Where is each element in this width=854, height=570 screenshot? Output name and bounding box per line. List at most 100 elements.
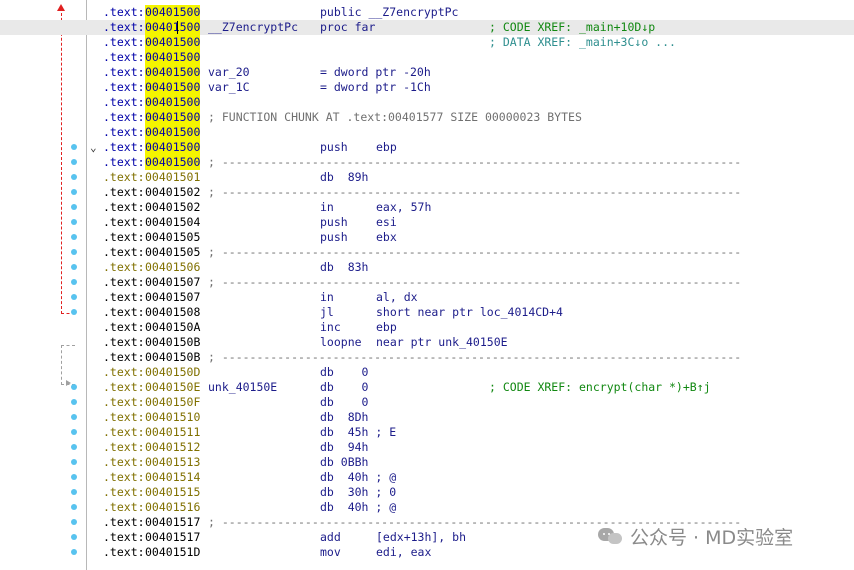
segment-name[interactable]: .text: (103, 200, 145, 215)
listing-row[interactable]: .text: 00401510 db 8Dh (0, 410, 854, 425)
instruction[interactable]: db 40h ; @ (320, 470, 396, 485)
listing-row[interactable]: .text: 00401505 push ebx (0, 230, 854, 245)
address[interactable]: 00401500 (145, 5, 201, 20)
instruction[interactable]: db 40h ; @ (320, 500, 396, 515)
segment-name[interactable]: .text: (103, 140, 145, 155)
address[interactable]: 00401516 (145, 500, 200, 515)
instruction[interactable]: loopne (320, 335, 362, 350)
listing-row[interactable]: .text: 0040150B loopne near ptr unk_40150E (0, 335, 854, 350)
segment-name[interactable]: .text: (103, 545, 145, 560)
instruction[interactable]: push (320, 215, 348, 230)
xref-comment[interactable]: ; CODE XREF: _main+10D↓p (489, 20, 655, 35)
listing-row[interactable]: .text: 00401507 in al, dx (0, 290, 854, 305)
address[interactable]: 00401500 (145, 125, 201, 140)
instruction[interactable]: proc far (320, 20, 375, 35)
address[interactable]: 00401500 (145, 110, 201, 125)
operands[interactable]: eax, 57h (376, 200, 431, 215)
address[interactable]: 00401500 (145, 20, 201, 35)
listing-row[interactable]: .text: 0040150A inc ebp (0, 320, 854, 335)
instruction[interactable]: db 0BBh (320, 455, 368, 470)
operands[interactable]: ebp (376, 140, 397, 155)
instruction[interactable]: db 30h ; 0 (320, 485, 396, 500)
address[interactable]: 00401500 (145, 80, 201, 95)
code-label[interactable]: __Z7encryptPc (208, 20, 298, 35)
segment-name[interactable]: .text: (103, 35, 145, 50)
instruction[interactable]: db 94h (320, 440, 368, 455)
address[interactable]: 00401500 (145, 155, 201, 170)
operands[interactable]: al, dx (376, 290, 418, 305)
code-label[interactable]: unk_40150E (208, 380, 277, 395)
operands[interactable]: near ptr unk_40150E (376, 335, 508, 350)
address[interactable]: 00401500 (145, 65, 201, 80)
separator-comment[interactable]: ; FUNCTION CHUNK AT .text:00401577 SIZE … (208, 110, 582, 125)
separator-comment[interactable]: ; --------------------------------------… (208, 155, 741, 170)
segment-name[interactable]: .text: (103, 455, 145, 470)
listing-row[interactable]: .text: 00401512 db 94h (0, 440, 854, 455)
address[interactable]: 00401510 (145, 410, 200, 425)
address[interactable]: 00401515 (145, 485, 200, 500)
address[interactable]: 00401507 (145, 290, 200, 305)
instruction[interactable]: add (320, 530, 341, 545)
listing-row[interactable]: .text: 00401500 (0, 95, 854, 110)
separator-comment[interactable]: ; --------------------------------------… (208, 350, 741, 365)
listing-row[interactable]: .text: 00401500 ; FUNCTION CHUNK AT .text:… (0, 110, 854, 125)
segment-name[interactable]: .text: (103, 65, 145, 80)
instruction[interactable]: = dword ptr -20h (320, 65, 431, 80)
segment-name[interactable]: .text: (103, 365, 145, 380)
address[interactable]: 00401505 (145, 245, 200, 260)
operands[interactable]: esi (376, 215, 397, 230)
address[interactable]: 00401517 (145, 515, 200, 530)
instruction[interactable]: inc (320, 320, 341, 335)
operands[interactable]: edi, eax (376, 545, 431, 560)
address[interactable]: 00401504 (145, 215, 200, 230)
address[interactable]: 00401507 (145, 275, 200, 290)
xref-comment[interactable]: ; DATA XREF: _main+3C↓o ... (489, 35, 676, 50)
listing-row[interactable]: .text: 00401515 db 30h ; 0 (0, 485, 854, 500)
address[interactable]: 00401508 (145, 305, 200, 320)
operands[interactable]: ebx (376, 230, 397, 245)
listing-row[interactable]: .text: 00401500 push ebp (0, 140, 854, 155)
listing-row[interactable]: .text: 00401501 db 89h (0, 170, 854, 185)
segment-name[interactable]: .text: (103, 215, 145, 230)
listing-row[interactable]: .text: 0040150D db 0 (0, 365, 854, 380)
instruction[interactable]: db 0 (320, 380, 368, 395)
listing-row[interactable]: .text: 00401506 db 83h (0, 260, 854, 275)
address[interactable]: 0040150B (145, 335, 200, 350)
segment-name[interactable]: .text: (103, 260, 145, 275)
listing-row[interactable]: .text: 00401504 push esi (0, 215, 854, 230)
address[interactable]: 00401506 (145, 260, 200, 275)
address[interactable]: 00401501 (145, 170, 200, 185)
segment-name[interactable]: .text: (103, 275, 145, 290)
listing-row[interactable]: .text: 00401500 ; DATA XREF: _main+3C↓o ..… (0, 35, 854, 50)
xref-comment[interactable]: ; CODE XREF: encrypt(char *)+B↑j (489, 380, 711, 395)
segment-name[interactable]: .text: (103, 380, 145, 395)
instruction[interactable]: in (320, 290, 334, 305)
address[interactable]: 00401511 (145, 425, 200, 440)
segment-name[interactable]: .text: (103, 530, 145, 545)
listing-row[interactable]: .text: 00401500 (0, 50, 854, 65)
listing-row[interactable]: .text: 00401514 db 40h ; @ (0, 470, 854, 485)
instruction[interactable]: db 45h ; E (320, 425, 396, 440)
address[interactable]: 00401500 (145, 95, 201, 110)
listing-row[interactable]: .text: 00401500 (0, 125, 854, 140)
listing-row[interactable]: .text: 00401511 db 45h ; E (0, 425, 854, 440)
listing-row[interactable]: .text: 00401500 ; ------------------------… (0, 155, 854, 170)
segment-name[interactable]: .text: (103, 170, 145, 185)
listing-row[interactable]: .text: 00401505 ; ------------------------… (0, 245, 854, 260)
segment-name[interactable]: .text: (103, 110, 145, 125)
segment-name[interactable]: .text: (103, 5, 145, 20)
address[interactable]: 0040151D (145, 545, 200, 560)
instruction[interactable]: public __Z7encryptPc (320, 5, 458, 20)
segment-name[interactable]: .text: (103, 80, 145, 95)
listing-row[interactable]: .text: 00401500 __Z7encryptPc proc far ; COD… (0, 20, 854, 35)
address[interactable]: 0040150A (145, 320, 200, 335)
listing-row[interactable]: .text: 00401500 public __Z7encryptPc (0, 5, 854, 20)
address[interactable]: 00401513 (145, 455, 200, 470)
listing-row[interactable]: .text: 0040150F db 0 (0, 395, 854, 410)
operands[interactable]: [edx+13h], bh (376, 530, 466, 545)
address[interactable]: 0040150B (145, 350, 200, 365)
segment-name[interactable]: .text: (103, 395, 145, 410)
listing-row[interactable]: .text: 00401508 jl short near ptr loc_4014C… (0, 305, 854, 320)
separator-comment[interactable]: ; --------------------------------------… (208, 275, 741, 290)
segment-name[interactable]: .text: (103, 305, 145, 320)
